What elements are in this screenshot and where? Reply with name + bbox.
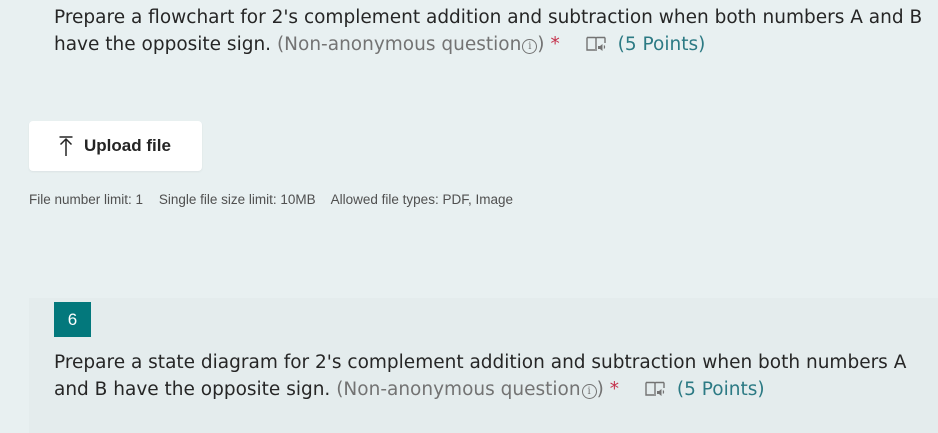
question-6-title-line-1: Prepare a state diagram for 2's compleme… (54, 352, 907, 373)
anonymity-text: (Non-anonymous question (336, 379, 581, 400)
upload-arrow-icon (59, 136, 73, 156)
question-6-anonymity-label: (Non-anonymous question i) (336, 379, 604, 400)
info-icon[interactable]: i (581, 384, 597, 399)
required-mark: * (550, 34, 560, 55)
upload-file-label: Upload file (84, 136, 171, 155)
question-5-points: (5 Points) (617, 34, 706, 55)
info-icon[interactable]: i (522, 39, 538, 54)
question-5-title-line-2: have the opposite sign. (Non-anonymous q… (54, 31, 705, 58)
question-6-title-line-2: and B have the opposite sign. (Non-anony… (54, 376, 765, 403)
upload-file-button[interactable]: Upload file (29, 121, 202, 171)
allowed-file-types: Allowed file types: PDF, Image (330, 192, 513, 207)
file-upload-restrictions: File number limit: 1 Single file size li… (29, 192, 525, 207)
question-number-badge: 6 (54, 302, 91, 337)
file-size-limit: Single file size limit: 10MB (158, 192, 316, 207)
anonymity-text: (Non-anonymous question (276, 34, 522, 55)
question-6-points: (5 Points) (676, 379, 765, 400)
anonymity-close: ) (596, 379, 604, 400)
question-5-title-line-1: Prepare a flowchart for 2's complement a… (54, 7, 923, 28)
anonymity-close: ) (537, 34, 545, 55)
required-mark: * (609, 379, 620, 400)
question-5-anonymity-label: (Non-anonymous question i) (277, 34, 545, 55)
immersive-reader-icon[interactable] (585, 35, 606, 53)
question-6-title-text: and B have the opposite sign. (54, 379, 331, 400)
file-number-limit: File number limit: 1 (29, 192, 144, 207)
immersive-reader-icon[interactable] (645, 380, 665, 398)
question-5-title-text: have the opposite sign. (54, 34, 272, 55)
